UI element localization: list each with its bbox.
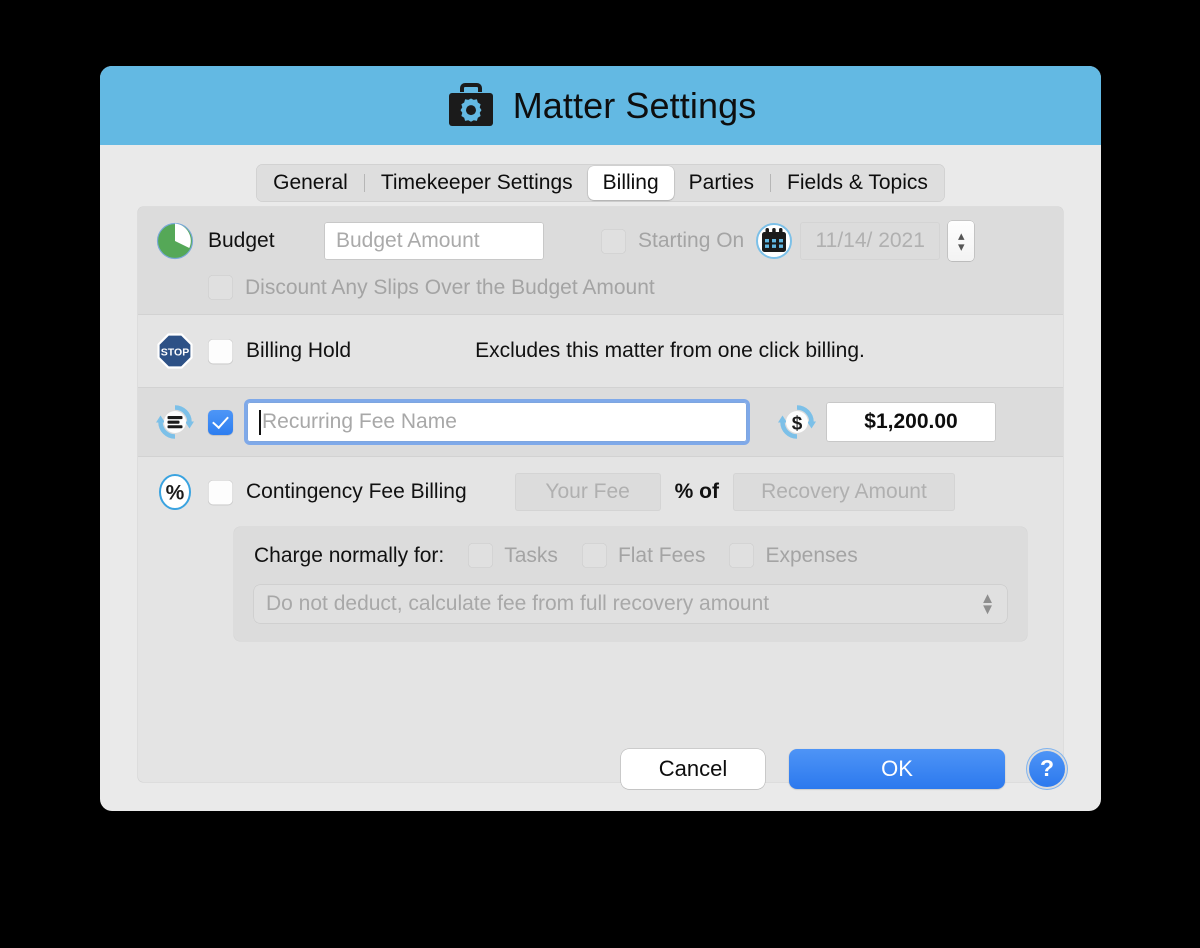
charge-tasks-checkbox[interactable] <box>468 543 493 568</box>
recurring-fee-line: Recurring Fee Name $ $1,200.00 <box>156 402 1045 442</box>
billing-hold-note: Excludes this matter from one click bill… <box>475 339 865 363</box>
discount-over-budget-checkbox[interactable] <box>208 275 233 300</box>
charge-normally-line: Charge normally for: Tasks Flat Fees Exp… <box>254 543 1007 568</box>
tab-billing[interactable]: Billing <box>588 166 674 200</box>
charge-flat-fees-checkbox[interactable] <box>582 543 607 568</box>
budget-amount-placeholder: Budget Amount <box>336 229 480 253</box>
recovery-amount-input[interactable]: Recovery Amount <box>733 473 955 511</box>
charge-expenses-checkbox[interactable] <box>729 543 754 568</box>
charge-tasks-label: Tasks <box>504 544 558 568</box>
ok-button[interactable]: OK <box>789 749 1005 789</box>
tab-fields-topics[interactable]: Fields & Topics <box>772 166 943 200</box>
starting-on-date-value: 11/14/ 2021 <box>816 229 925 253</box>
tab-divider <box>770 174 771 192</box>
recurring-fee-amount-input[interactable]: $1,200.00 <box>826 402 996 442</box>
charge-expenses-label: Expenses <box>765 544 857 568</box>
svg-text:STOP: STOP <box>161 347 189 359</box>
pie-chart-icon <box>156 222 194 260</box>
percent-icon: % <box>156 473 194 511</box>
title-bar: Matter Settings <box>100 66 1101 145</box>
contingency-checkbox[interactable] <box>208 480 233 505</box>
charge-normally-label: Charge normally for: <box>254 544 444 568</box>
your-fee-placeholder: Your Fee <box>545 480 629 504</box>
recurring-fee-amount-value: $1,200.00 <box>864 410 957 434</box>
billing-hold-row: STOP Billing Hold Excludes this matter f… <box>138 315 1063 388</box>
discount-over-budget-label: Discount Any Slips Over the Budget Amoun… <box>245 276 655 300</box>
dialog-footer: Cancel OK ? <box>100 726 1101 811</box>
recovery-amount-placeholder: Recovery Amount <box>761 480 927 504</box>
budget-discount-line: Discount Any Slips Over the Budget Amoun… <box>156 275 1045 300</box>
charge-flat-fees-label: Flat Fees <box>618 544 706 568</box>
your-fee-input[interactable]: Your Fee <box>515 473 661 511</box>
billing-hold-line: STOP Billing Hold Excludes this matter f… <box>156 332 1045 370</box>
help-button[interactable]: ? <box>1029 751 1065 787</box>
text-caret <box>259 410 261 435</box>
billing-hold-checkbox[interactable] <box>208 339 233 364</box>
recurring-dollar-icon: $ <box>778 403 816 441</box>
budget-label: Budget <box>208 229 324 253</box>
recurring-fee-checkbox[interactable] <box>208 410 233 435</box>
page-title: Matter Settings <box>513 85 757 127</box>
tab-general[interactable]: General <box>258 166 363 200</box>
recurring-fee-name-placeholder: Recurring Fee Name <box>262 410 457 434</box>
percent-of-label: % of <box>675 480 719 504</box>
contingency-label: Contingency Fee Billing <box>246 480 467 504</box>
matter-settings-dialog: Matter Settings General Timekeeper Setti… <box>100 66 1101 811</box>
billing-hold-label: Billing Hold <box>246 339 351 363</box>
budget-row: Budget Budget Amount Starting On <box>138 207 1063 315</box>
tab-timekeeper-settings[interactable]: Timekeeper Settings <box>366 166 588 200</box>
cancel-button[interactable]: Cancel <box>621 749 765 789</box>
recurring-list-icon <box>156 403 194 441</box>
stepper-down-icon[interactable]: ▾ <box>958 241 965 252</box>
deduction-method-value: Do not deduct, calculate fee from full r… <box>266 592 769 616</box>
billing-panel: Budget Budget Amount Starting On <box>138 207 1063 782</box>
date-stepper[interactable]: ▴ ▾ <box>948 221 974 261</box>
charge-normally-group: Charge normally for: Tasks Flat Fees Exp… <box>234 527 1027 641</box>
contingency-row: % Contingency Fee Billing Your Fee % of … <box>138 457 1063 641</box>
recurring-fee-row: Recurring Fee Name $ $1,200.00 <box>138 388 1063 457</box>
chevron-updown-icon: ▲▼ <box>980 593 995 615</box>
tab-bar-wrapper: General Timekeeper Settings Billing Part… <box>100 145 1101 202</box>
toolbox-gear-icon <box>445 82 497 130</box>
budget-main-line: Budget Budget Amount Starting On <box>156 221 1045 261</box>
starting-on-date-input[interactable]: 11/14/ 2021 <box>800 222 940 260</box>
svg-text:$: $ <box>792 414 803 435</box>
deduction-method-select[interactable]: Do not deduct, calculate fee from full r… <box>254 585 1007 623</box>
recurring-fee-name-input[interactable]: Recurring Fee Name <box>247 402 747 442</box>
svg-text:%: % <box>166 482 185 505</box>
starting-on-checkbox[interactable] <box>601 229 626 254</box>
stop-sign-icon: STOP <box>156 332 194 370</box>
contingency-line: % Contingency Fee Billing Your Fee % of … <box>156 473 1045 511</box>
starting-on-label: Starting On <box>638 229 744 253</box>
calendar-icon[interactable] <box>756 223 792 259</box>
tab-bar: General Timekeeper Settings Billing Part… <box>256 164 945 202</box>
tab-parties[interactable]: Parties <box>674 166 769 200</box>
budget-amount-input[interactable]: Budget Amount <box>324 222 544 260</box>
tab-divider <box>364 174 365 192</box>
